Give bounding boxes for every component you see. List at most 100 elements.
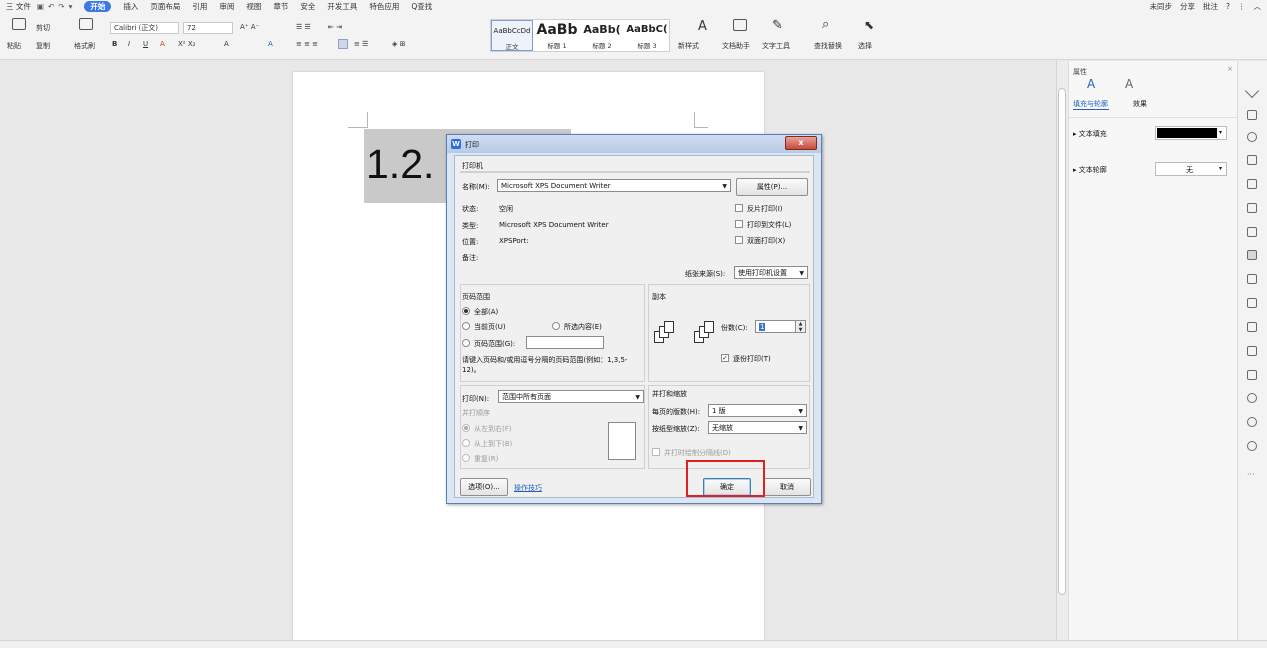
collapse-ribbon-icon[interactable]: ︿ xyxy=(1254,1,1262,12)
print-select[interactable]: 范围中所有页面 ▼ xyxy=(498,390,644,403)
more-icon[interactable]: ⋮ xyxy=(1238,2,1246,11)
tab-references[interactable]: 引用 xyxy=(192,1,207,12)
layout-icon[interactable] xyxy=(1247,346,1257,356)
page-range-input[interactable] xyxy=(526,336,604,349)
image-icon[interactable] xyxy=(1247,274,1257,284)
reverse-print-checkbox[interactable] xyxy=(735,204,743,212)
chart-icon[interactable] xyxy=(1247,227,1257,237)
file-menu[interactable]: 三 文件 xyxy=(6,1,31,12)
all-radio[interactable] xyxy=(462,307,470,315)
text-tools-button[interactable]: 文字工具 xyxy=(762,41,790,51)
tab-home[interactable]: 开始 xyxy=(84,1,112,12)
text-fill-select[interactable]: ▾ xyxy=(1155,126,1227,140)
collate-checkbox[interactable]: ✓ xyxy=(721,354,729,362)
tab-section[interactable]: 章节 xyxy=(273,1,288,12)
tab-security[interactable]: 安全 xyxy=(300,1,315,12)
distribute-icon[interactable]: ≡ ☰ xyxy=(354,40,368,48)
tab-special[interactable]: 特色应用 xyxy=(369,1,399,12)
cut-button[interactable]: 剪切 xyxy=(36,23,50,33)
fill-outline-icon[interactable]: A xyxy=(1087,77,1095,91)
grow-font-icon[interactable]: A⁺ A⁻ xyxy=(240,23,259,31)
format-painter-button[interactable]: 格式刷 xyxy=(74,41,95,51)
redo-icon[interactable]: ↷ xyxy=(58,2,64,11)
doc-assistant-button[interactable]: 文档助手 xyxy=(722,41,750,51)
scrollbar-thumb[interactable] xyxy=(1058,88,1066,595)
highlight-icon[interactable]: A xyxy=(224,40,229,48)
font-name-select[interactable]: Calibri (正文) xyxy=(110,22,179,34)
picture-icon[interactable] xyxy=(1247,370,1257,380)
share-button[interactable]: 分享 xyxy=(1180,1,1195,12)
paste-icon[interactable] xyxy=(12,18,26,30)
style-heading1[interactable]: AaBb 标题 1 xyxy=(535,20,579,51)
tab-developer[interactable]: 开发工具 xyxy=(327,1,357,12)
close-button[interactable]: x xyxy=(785,136,817,150)
bold-button[interactable]: B xyxy=(112,40,117,48)
tab-review[interactable]: 审阅 xyxy=(219,1,234,12)
justify-icon[interactable] xyxy=(338,39,348,49)
top-to-bottom-radio[interactable] xyxy=(462,439,470,447)
underline-button[interactable]: U xyxy=(143,40,148,48)
left-to-right-radio[interactable] xyxy=(462,424,470,432)
style-icon[interactable] xyxy=(1247,155,1257,165)
scale-select[interactable]: 无缩放 ▼ xyxy=(708,421,807,434)
shape-icon[interactable] xyxy=(1247,132,1257,142)
font-color-icon[interactable]: A xyxy=(160,40,165,48)
text-tools-icon[interactable]: ✎ xyxy=(772,18,783,33)
tab-effect[interactable]: 效果 xyxy=(1133,99,1147,109)
document-heading[interactable]: 1.2. xyxy=(366,142,434,186)
text-color-icon[interactable]: A xyxy=(268,40,273,48)
printer-name-select[interactable]: Microsoft XPS Document Writer ▼ xyxy=(497,179,731,192)
tab-insert[interactable]: 插入 xyxy=(123,1,138,12)
tab-fill-outline[interactable]: 填充与轮廓 xyxy=(1073,99,1108,109)
translate-icon[interactable] xyxy=(1247,322,1257,332)
italic-button[interactable]: I xyxy=(128,40,130,48)
superscript-icon[interactable]: X² X₂ xyxy=(178,40,195,48)
table-icon[interactable] xyxy=(1247,179,1257,189)
new-style-button[interactable]: 新样式 xyxy=(678,41,699,51)
sync-status[interactable]: 未同步 xyxy=(1150,1,1173,12)
share-icon[interactable] xyxy=(1247,298,1257,308)
properties-button[interactable]: 属性(P)... xyxy=(736,178,808,196)
tab-page-layout[interactable]: 页面布局 xyxy=(150,1,180,12)
selection-radio[interactable] xyxy=(552,322,560,330)
comment-button[interactable]: 批注 xyxy=(1203,1,1218,12)
copies-spinner[interactable]: ▲ ▼ xyxy=(795,320,806,333)
search-icon[interactable]: ⌕ xyxy=(822,17,829,32)
copy-button[interactable]: 复制 xyxy=(36,41,50,51)
print-to-file-checkbox[interactable] xyxy=(735,220,743,228)
format-painter-icon[interactable] xyxy=(79,18,93,30)
repeat-radio[interactable] xyxy=(462,454,470,462)
help-icon[interactable]: ? xyxy=(1226,2,1230,11)
panel-close-icon[interactable]: × xyxy=(1227,65,1233,73)
style-heading3[interactable]: AaBbC( 标题 3 xyxy=(625,20,669,51)
dropdown-icon[interactable]: ▾ xyxy=(69,2,73,11)
tab-view[interactable]: 视图 xyxy=(246,1,261,12)
align-left-icon[interactable]: ≡ ≡ ≡ xyxy=(296,40,318,48)
cancel-button[interactable]: 取消 xyxy=(763,478,811,496)
grid-icon[interactable] xyxy=(1247,203,1257,213)
tips-link[interactable]: 操作技巧 xyxy=(514,483,542,493)
more-icon[interactable]: ··· xyxy=(1247,470,1255,479)
style-normal[interactable]: AaBbCcDd 正文 xyxy=(491,20,533,51)
style-heading2[interactable]: AaBb( 标题 2 xyxy=(579,20,625,51)
copies-input[interactable]: 1 xyxy=(755,320,797,333)
effect-icon[interactable]: A xyxy=(1125,77,1133,91)
select-cursor-icon[interactable]: ⬉ xyxy=(864,18,874,32)
duplex-checkbox[interactable] xyxy=(735,236,743,244)
bullet-list-icon[interactable]: ☰ ☰ xyxy=(296,23,311,31)
paper-source-select[interactable]: 使用打印机设置 ▼ xyxy=(734,266,808,279)
paste-label[interactable]: 粘贴 xyxy=(7,41,21,51)
tab-find[interactable]: Q查找 xyxy=(411,1,432,12)
draw-dividers-checkbox[interactable] xyxy=(652,448,660,456)
indent-icon[interactable]: ⇤ ⇥ xyxy=(328,23,342,31)
text-outline-select[interactable]: 无 ▾ xyxy=(1155,162,1227,176)
property-icon[interactable] xyxy=(1247,250,1257,260)
options-button[interactable]: 选项(O)... xyxy=(460,478,508,496)
history-icon[interactable] xyxy=(1247,417,1257,427)
help-icon[interactable] xyxy=(1247,441,1257,451)
undo-icon[interactable]: ↶ xyxy=(48,2,54,11)
page-range-radio[interactable] xyxy=(462,339,470,347)
select-button[interactable]: 选择 xyxy=(858,41,872,51)
pages-per-sheet-select[interactable]: 1 版 ▼ xyxy=(708,404,807,417)
font-size-select[interactable]: 72 xyxy=(183,22,233,34)
